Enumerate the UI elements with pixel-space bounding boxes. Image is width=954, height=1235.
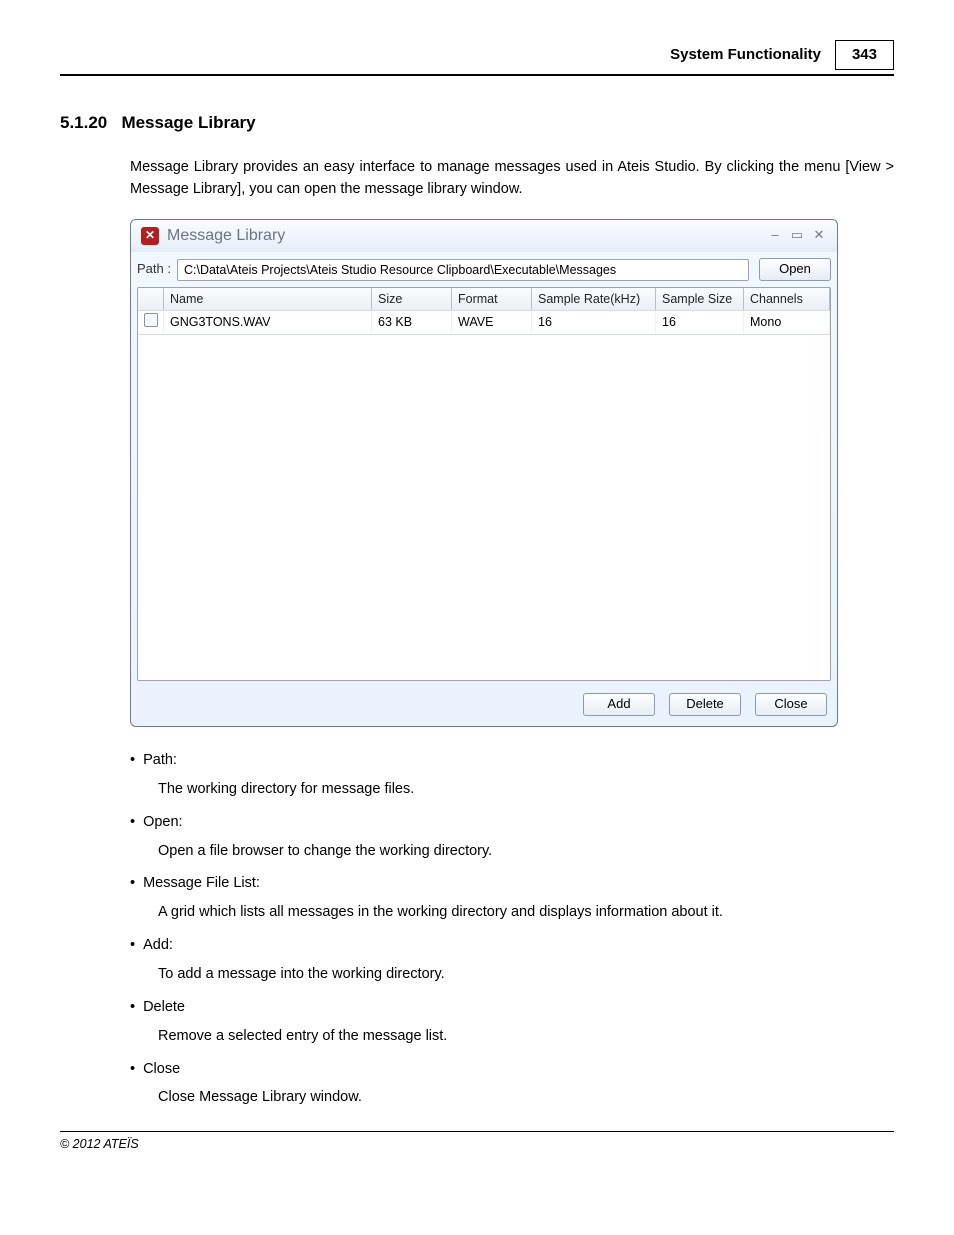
open-button[interactable]: Open xyxy=(759,258,831,281)
def-term: Close xyxy=(130,1060,894,1079)
window-title: Message Library xyxy=(167,226,761,247)
message-library-window: ✕ Message Library – ▭ ✕ Path : Open Name… xyxy=(130,219,838,728)
minimize-icon[interactable]: – xyxy=(767,229,783,243)
path-label: Path : xyxy=(137,261,171,278)
grid-header-rate[interactable]: Sample Rate(kHz) xyxy=(532,288,656,310)
def-desc: Remove a selected entry of the message l… xyxy=(158,1027,894,1046)
close-button[interactable]: Close xyxy=(755,693,827,716)
def-term: Open: xyxy=(130,813,894,832)
grid-header-size[interactable]: Size xyxy=(372,288,452,310)
def-desc: To add a message into the working direct… xyxy=(158,965,894,984)
delete-button[interactable]: Delete xyxy=(669,693,741,716)
def-term: Message File List: xyxy=(130,874,894,893)
window-titlebar: ✕ Message Library – ▭ ✕ xyxy=(131,220,837,253)
definition-list: Path: The working directory for message … xyxy=(130,751,894,1107)
def-desc: The working directory for message files. xyxy=(158,780,894,799)
grid-header-ssize[interactable]: Sample Size xyxy=(656,288,744,310)
cell-channels: Mono xyxy=(744,311,830,333)
section-title: Message Library xyxy=(121,113,255,132)
message-file-grid: Name Size Format Sample Rate(kHz) Sample… xyxy=(137,287,831,681)
grid-header-name[interactable]: Name xyxy=(164,288,372,310)
section-heading: 5.1.20 Message Library xyxy=(60,112,894,134)
cell-ssize: 16 xyxy=(656,311,744,333)
close-icon[interactable]: ✕ xyxy=(811,229,827,243)
def-desc: Close Message Library window. xyxy=(158,1088,894,1107)
section-number: 5.1.20 xyxy=(60,113,107,132)
def-term: Path: xyxy=(130,751,894,770)
def-desc: Open a file browser to change the workin… xyxy=(158,842,894,861)
def-term: Add: xyxy=(130,936,894,955)
page-number: 343 xyxy=(835,40,894,70)
maximize-icon[interactable]: ▭ xyxy=(789,229,805,243)
path-input[interactable] xyxy=(177,259,749,281)
def-term: Delete xyxy=(130,998,894,1017)
page-header: System Functionality 343 xyxy=(60,40,894,76)
add-button[interactable]: Add xyxy=(583,693,655,716)
section-intro: Message Library provides an easy interfa… xyxy=(130,156,894,201)
grid-header-format[interactable]: Format xyxy=(452,288,532,310)
page-footer: © 2012 ATEÏS xyxy=(60,1131,894,1152)
window-button-row: Add Delete Close xyxy=(137,689,831,720)
grid-header-channels[interactable]: Channels xyxy=(744,288,830,310)
grid-header-row: Name Size Format Sample Rate(kHz) Sample… xyxy=(138,288,830,311)
cell-size: 63 KB xyxy=(372,311,452,333)
file-icon xyxy=(138,311,164,333)
grid-header-icon-col xyxy=(138,288,164,310)
app-logo-icon: ✕ xyxy=(141,227,159,245)
cell-rate: 16 xyxy=(532,311,656,333)
cell-name: GNG3TONS.WAV xyxy=(164,311,372,333)
def-desc: A grid which lists all messages in the w… xyxy=(158,903,894,922)
table-row[interactable]: GNG3TONS.WAV 63 KB WAVE 16 16 Mono xyxy=(138,311,830,334)
cell-format: WAVE xyxy=(452,311,532,333)
header-title: System Functionality xyxy=(670,45,821,65)
